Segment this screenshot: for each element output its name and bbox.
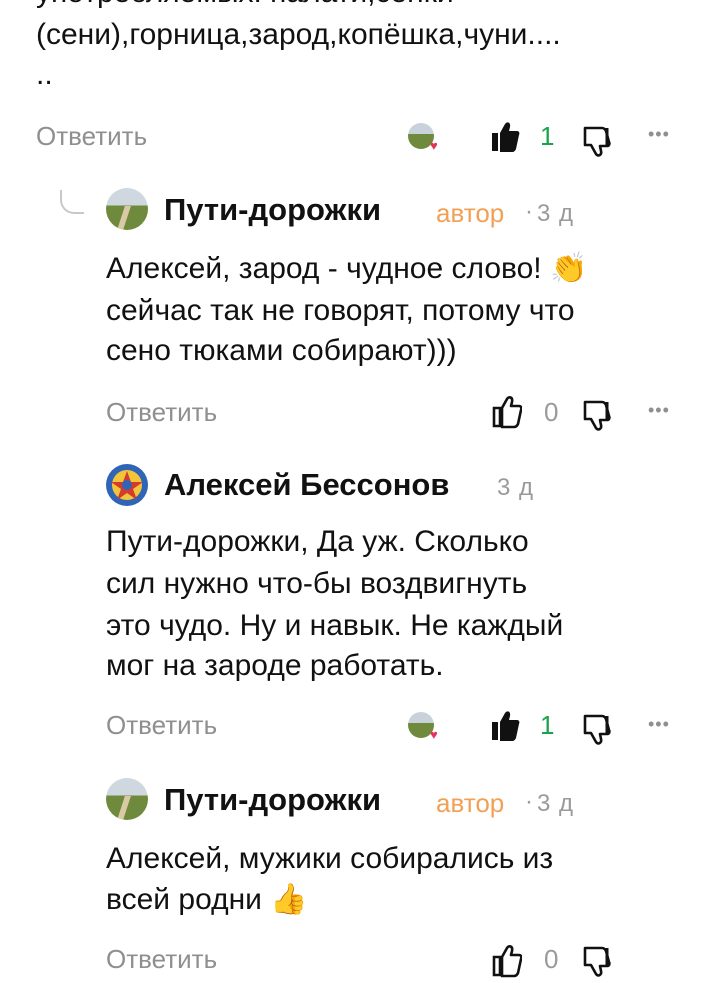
- comment-text: Алексей, зарод - чудное слово! 👏: [106, 252, 588, 285]
- top-comment-line: ..: [36, 58, 53, 91]
- author-like-icon: ♥: [408, 123, 444, 153]
- top-comment-line: (сени),горница,зарод,копёшка,чуни....: [36, 18, 561, 51]
- comment-author[interactable]: Пути-дорожки: [164, 192, 381, 228]
- avatar: [106, 188, 148, 230]
- comment-text: сил нужно что-бы воздвигнуть: [106, 567, 528, 600]
- author-badge: автор: [436, 788, 505, 818]
- thumbs-down-icon[interactable]: [582, 944, 612, 978]
- avatar: [106, 778, 148, 820]
- meta-separator: ·: [525, 198, 533, 225]
- reply-button[interactable]: Ответить: [106, 710, 217, 741]
- more-icon[interactable]: •••: [648, 400, 670, 421]
- author-badge: автор: [436, 198, 505, 228]
- thumbs-up-icon[interactable]: [492, 942, 523, 978]
- reply-button[interactable]: Ответить: [106, 397, 217, 428]
- like-count: 1: [540, 710, 555, 740]
- comment-text: мог на зароде работать.: [106, 649, 444, 682]
- more-icon[interactable]: •••: [648, 714, 670, 735]
- comment-text: Алексей, мужики собирались из: [106, 842, 554, 875]
- comment-text: это чудо. Ну и навык. Не каждый: [106, 609, 564, 642]
- comment-text: сено тюками собирают))): [106, 334, 457, 367]
- top-comment-line-partial: употребляемых: палати,сенки: [36, 0, 454, 13]
- comment-author[interactable]: Алексей Бессонов: [164, 467, 449, 503]
- comment-author[interactable]: Пути-дорожки: [164, 782, 381, 818]
- thumbs-down-icon[interactable]: [582, 712, 612, 746]
- thumbs-up-icon[interactable]: [492, 393, 523, 429]
- comment-text: сейчас так не говорят, потому что: [106, 294, 575, 327]
- comment-text: всей родни 👍: [106, 883, 308, 916]
- like-count: 1: [540, 121, 555, 151]
- like-count: 0: [544, 397, 559, 427]
- thumbs-down-icon[interactable]: [582, 124, 612, 158]
- clap-emoji-icon: 👏: [550, 252, 588, 285]
- thumbs-up-emoji-icon: 👍: [270, 883, 308, 916]
- comment-text: Пути-дорожки, Да уж. Сколько: [106, 525, 529, 558]
- thumbs-down-icon[interactable]: [582, 398, 612, 432]
- avatar: [106, 464, 148, 506]
- meta-separator: ·: [525, 788, 533, 815]
- reply-button[interactable]: Ответить: [36, 121, 147, 152]
- more-icon[interactable]: •••: [648, 124, 670, 145]
- comment-time: 3 д: [497, 474, 535, 501]
- author-like-icon: ♥: [408, 712, 444, 742]
- thumbs-up-icon[interactable]: [490, 707, 520, 743]
- thread-line-icon: [60, 190, 84, 214]
- thumbs-up-icon[interactable]: [490, 118, 520, 154]
- comment-time: 3 д: [537, 790, 575, 817]
- comment-time: 3 д: [537, 200, 575, 227]
